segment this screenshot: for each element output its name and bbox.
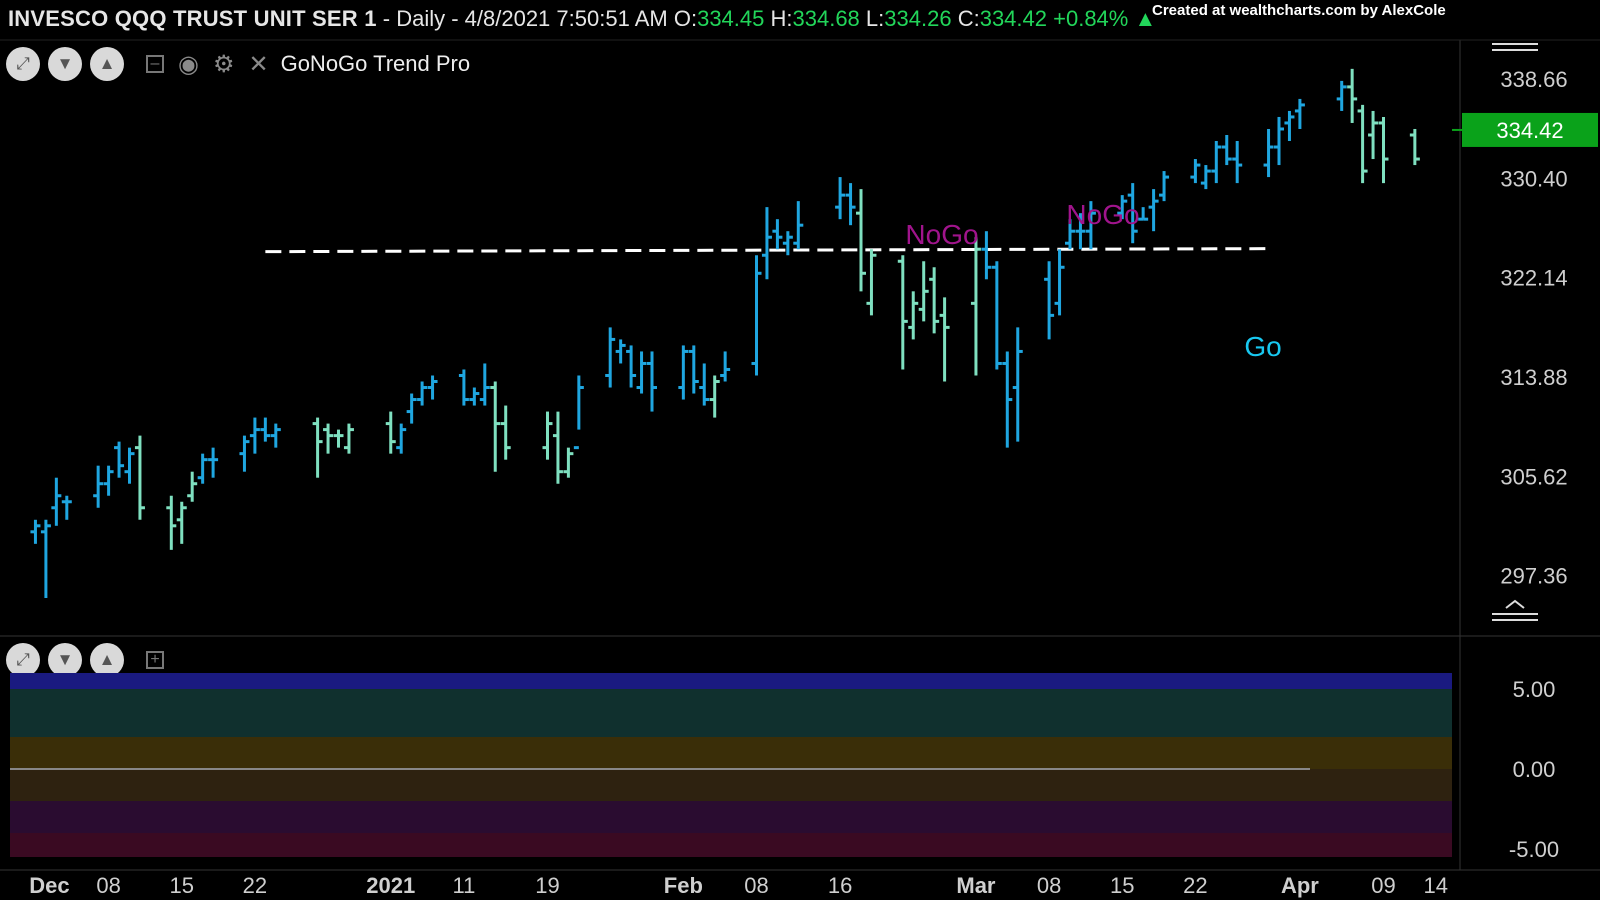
- price-tick-label: 297.36: [1500, 564, 1567, 589]
- oscillator-band-2: [10, 737, 1452, 769]
- annotation-label: NoGo: [1066, 199, 1139, 230]
- oscillator-band-1: [10, 689, 1452, 737]
- price-tick-label: 313.88: [1500, 365, 1567, 390]
- oscillator-band-4: [10, 801, 1452, 833]
- price-tick-label: 305.62: [1500, 464, 1567, 489]
- x-tick-label: 15: [1110, 873, 1134, 898]
- price-tick-label: 338.66: [1500, 67, 1567, 92]
- x-tick-label: 08: [1037, 873, 1061, 898]
- x-tick-label: 15: [170, 873, 194, 898]
- x-tick-label: 19: [535, 873, 559, 898]
- x-tick-label: 16: [828, 873, 852, 898]
- pane-menu-icon[interactable]: [1492, 43, 1538, 51]
- x-tick-label: 14: [1424, 873, 1448, 898]
- x-tick-label: 22: [1183, 873, 1207, 898]
- osc-tick-label: 0.00: [1513, 757, 1556, 782]
- oscillator-band-3: [10, 769, 1452, 801]
- x-tick-label: Apr: [1281, 873, 1319, 898]
- x-tick-label: Feb: [664, 873, 703, 898]
- x-tick-label: 09: [1371, 873, 1395, 898]
- x-tick-label: 22: [243, 873, 267, 898]
- price-and-oscillator-chart[interactable]: 338.66 330.40 322.14 313.88 305.62 297.36 5.00…: [0, 0, 1600, 900]
- x-tick-label: 08: [96, 873, 120, 898]
- oscillator-band-5: [10, 833, 1452, 857]
- x-tick-label: Dec: [29, 873, 69, 898]
- annotation-label: Go: [1244, 331, 1281, 362]
- osc-tick-label: -5.00: [1509, 837, 1559, 862]
- annotation-label: NoGo: [905, 219, 978, 250]
- oscillator-band-0: [10, 673, 1452, 689]
- last-price-label: 334.42: [1496, 118, 1563, 143]
- pane-resize-icon[interactable]: [1492, 599, 1538, 621]
- x-tick-label: 2021: [366, 873, 415, 898]
- x-tick-label: Mar: [956, 873, 996, 898]
- price-tick-label: 322.14: [1500, 266, 1567, 291]
- x-tick-label: 11: [452, 873, 475, 898]
- x-tick-label: 08: [744, 873, 768, 898]
- osc-tick-label: 5.00: [1513, 677, 1556, 702]
- price-tick-label: 330.40: [1500, 166, 1567, 191]
